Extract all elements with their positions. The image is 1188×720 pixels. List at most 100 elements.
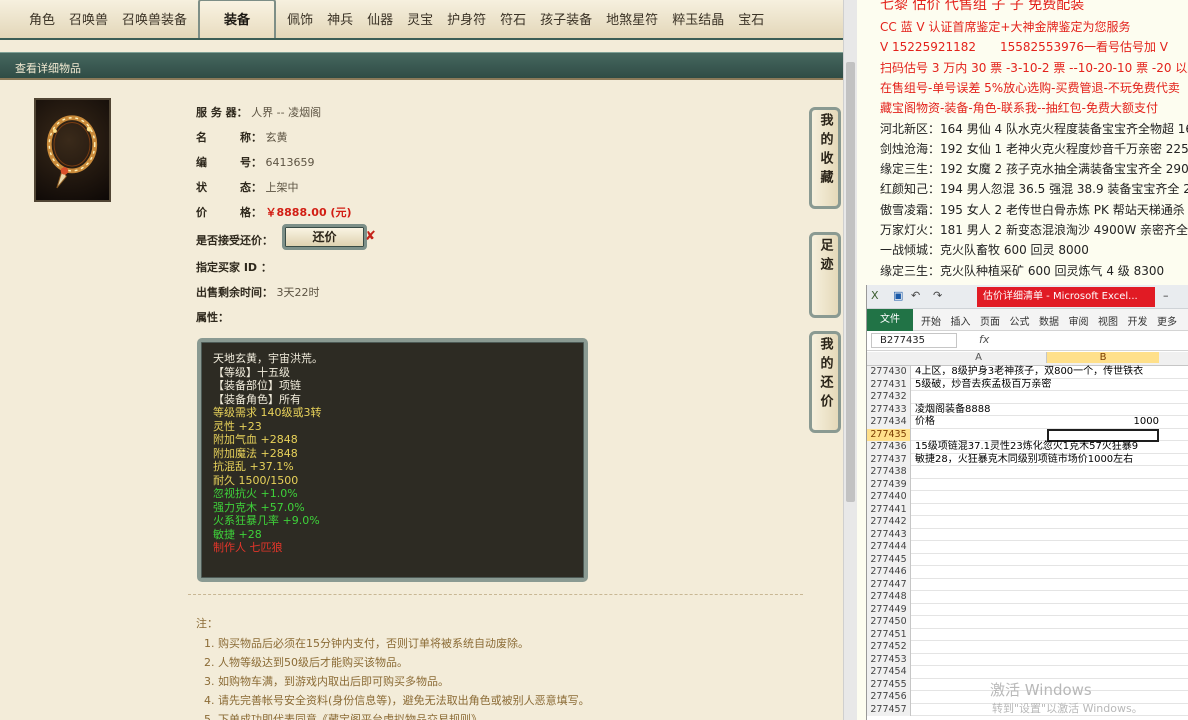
tab-3[interactable]: 装备 <box>198 0 277 38</box>
sheet-row[interactable]: 277435 <box>867 428 1188 442</box>
scrollbar-thumb[interactable] <box>846 62 855 502</box>
tab-12[interactable]: 粹玉结晶 <box>665 9 731 38</box>
sheet-row[interactable]: 277446 <box>867 566 1188 579</box>
cell-a[interactable]: 凌烟阁装备8888 <box>915 404 990 416</box>
ribbon-tab-3[interactable]: 页面 <box>980 313 1000 328</box>
cell-a[interactable]: 4上区，8级护身3老神孩子，双800一个，传世铁衣 <box>915 366 1143 378</box>
row-number[interactable]: 277452 <box>867 641 911 654</box>
attribute-line: 忽视抗火 +1.0% <box>213 487 298 500</box>
sheet-row[interactable]: 277432 <box>867 391 1188 404</box>
save-icon[interactable]: ▣ <box>893 289 903 302</box>
row-number[interactable]: 277449 <box>867 603 911 616</box>
tab-7[interactable]: 灵宝 <box>400 9 440 38</box>
sheet-row[interactable]: 277440 <box>867 491 1188 504</box>
row-number[interactable]: 277432 <box>867 391 911 404</box>
row-number[interactable]: 277455 <box>867 678 911 691</box>
row-number[interactable]: 277438 <box>867 466 911 479</box>
ribbon-tab-2[interactable]: 插入 <box>951 313 971 328</box>
sheet-row[interactable]: 277453 <box>867 653 1188 666</box>
row-number[interactable]: 277431 <box>867 378 911 391</box>
column-b-header[interactable]: B <box>1047 352 1159 363</box>
cell-a[interactable]: 敏捷28，火狂暴克木同级别项链市场价1000左右 <box>915 454 1133 466</box>
row-number[interactable]: 277435 <box>867 428 911 441</box>
row-number[interactable]: 277439 <box>867 478 911 491</box>
row-number[interactable]: 277456 <box>867 691 911 704</box>
minimize-icon[interactable]: – <box>1163 289 1169 302</box>
row-number[interactable]: 277440 <box>867 491 911 504</box>
cell-a[interactable]: 价格 <box>915 416 935 428</box>
sheet-row[interactable]: 277438 <box>867 466 1188 479</box>
sheet-row[interactable]: 277437 敏捷28，火狂暴克木同级别项链市场价1000左右 <box>867 453 1188 466</box>
tab-4[interactable]: 佩饰 <box>280 9 320 38</box>
row-number[interactable]: 277441 <box>867 503 911 516</box>
cell-b[interactable]: 1000 <box>1134 416 1159 428</box>
tab-6[interactable]: 仙器 <box>360 9 400 38</box>
row-number[interactable]: 277450 <box>867 616 911 629</box>
sheet-row[interactable]: 277444 <box>867 541 1188 554</box>
tab-0[interactable]: 角色 <box>22 9 62 38</box>
sheet-row[interactable]: 277431 5级破，炒音去疾孟极百万亲密 <box>867 378 1188 391</box>
row-number[interactable]: 277453 <box>867 653 911 666</box>
row-number[interactable]: 277437 <box>867 453 911 466</box>
row-number[interactable]: 277430 <box>867 366 911 379</box>
row-number[interactable]: 277436 <box>867 441 911 454</box>
tab-5[interactable]: 神兵 <box>320 9 360 38</box>
ribbon-tab-1[interactable]: 开始 <box>921 313 941 328</box>
tab-1[interactable]: 召唤兽 <box>62 9 115 38</box>
row-number[interactable]: 277448 <box>867 591 911 604</box>
cell-a[interactable]: 15级项链混37.1灵性23炼化忽火1克木57火狂暴9 <box>915 441 1138 453</box>
tab-11[interactable]: 地煞星符 <box>599 9 665 38</box>
ribbon-tab-5[interactable]: 数据 <box>1039 313 1059 328</box>
tab-10[interactable]: 孩子装备 <box>533 9 599 38</box>
name-box[interactable]: B277435 <box>871 333 957 348</box>
sheet-row[interactable]: 277443 <box>867 528 1188 541</box>
ribbon-tab-7[interactable]: 视图 <box>1098 313 1118 328</box>
sheet-row[interactable]: 277436 15级项链混37.1灵性23炼化忽火1克木57火狂暴9 <box>867 441 1188 454</box>
sheet-row[interactable]: 277451 <box>867 628 1188 641</box>
row-number[interactable]: 277446 <box>867 566 911 579</box>
row-number[interactable]: 277445 <box>867 553 911 566</box>
ribbon-tab-0[interactable]: 文件 <box>867 309 913 331</box>
side-button-favorites[interactable]: 我的收藏 <box>809 107 841 209</box>
ribbon-tab-8[interactable]: 开发 <box>1128 313 1148 328</box>
sheet-row[interactable]: 277434 价格 1000 <box>867 416 1188 429</box>
sheet-row[interactable]: 277439 <box>867 478 1188 491</box>
tab-8[interactable]: 护身符 <box>440 9 493 38</box>
sheet-row[interactable]: 277441 <box>867 503 1188 516</box>
column-a-header[interactable]: A <box>911 352 1047 363</box>
redo-icon[interactable]: ↷ <box>933 289 942 302</box>
row-number[interactable]: 277451 <box>867 628 911 641</box>
sheet-row[interactable]: 277449 <box>867 603 1188 616</box>
row-number[interactable]: 277434 <box>867 416 911 429</box>
ribbon-tab-6[interactable]: 审阅 <box>1069 313 1089 328</box>
side-button-footprints[interactable]: 足迹 <box>809 232 841 318</box>
tab-2[interactable]: 召唤兽装备 <box>115 9 194 38</box>
undo-icon[interactable]: ↶ <box>911 289 920 302</box>
sheet-row[interactable]: 277445 <box>867 553 1188 566</box>
row-number[interactable]: 277447 <box>867 578 911 591</box>
sheet-row[interactable]: 277430 4上区，8级护身3老神孩子，双800一个，传世铁衣 <box>867 366 1188 379</box>
fx-icon[interactable]: fx <box>979 333 989 346</box>
sheet-row[interactable]: 277447 <box>867 578 1188 591</box>
sheet-row[interactable]: 277442 <box>867 516 1188 529</box>
sheet-row[interactable]: 277448 <box>867 591 1188 604</box>
haggle-button[interactable]: 还价 <box>282 224 367 250</box>
row-number[interactable]: 277444 <box>867 541 911 554</box>
selected-cell[interactable] <box>1047 428 1159 442</box>
row-number[interactable]: 277443 <box>867 528 911 541</box>
row-number[interactable]: 277442 <box>867 516 911 529</box>
sheet-row[interactable]: 277450 <box>867 616 1188 629</box>
sheet-row[interactable]: 277452 <box>867 641 1188 654</box>
row-number[interactable]: 277454 <box>867 666 911 679</box>
page-scrollbar[interactable] <box>843 0 857 720</box>
cell-a[interactable]: 5级破，炒音去疾孟极百万亲密 <box>915 379 1051 391</box>
side-button-my-offers[interactable]: 我的还价 <box>809 331 841 433</box>
sheet-row[interactable]: 277433 凌烟阁装备8888 <box>867 403 1188 416</box>
ribbon-tab-4[interactable]: 公式 <box>1010 313 1030 328</box>
tab-13[interactable]: 宝石 <box>731 9 771 38</box>
ribbon-tab-9[interactable]: 更多 <box>1157 313 1177 328</box>
row-number[interactable]: 277457 <box>867 703 911 716</box>
row-number[interactable]: 277433 <box>867 403 911 416</box>
sheet-row[interactable]: 277454 <box>867 666 1188 679</box>
tab-9[interactable]: 符石 <box>493 9 533 38</box>
